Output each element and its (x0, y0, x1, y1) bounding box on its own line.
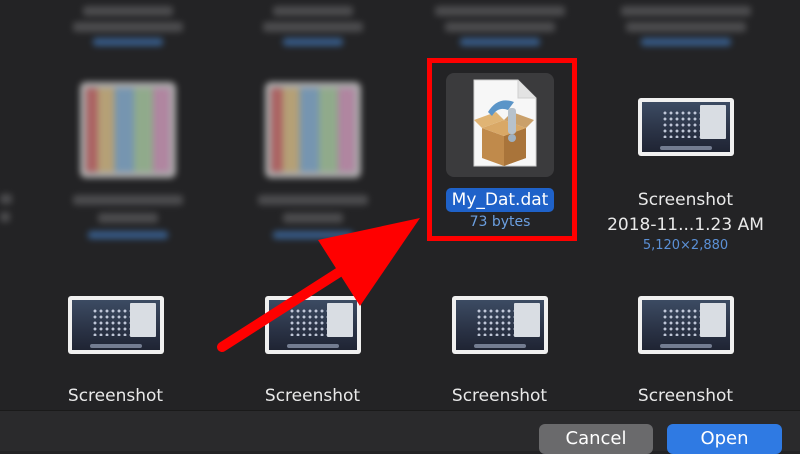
annotation-arrow (217, 218, 420, 352)
